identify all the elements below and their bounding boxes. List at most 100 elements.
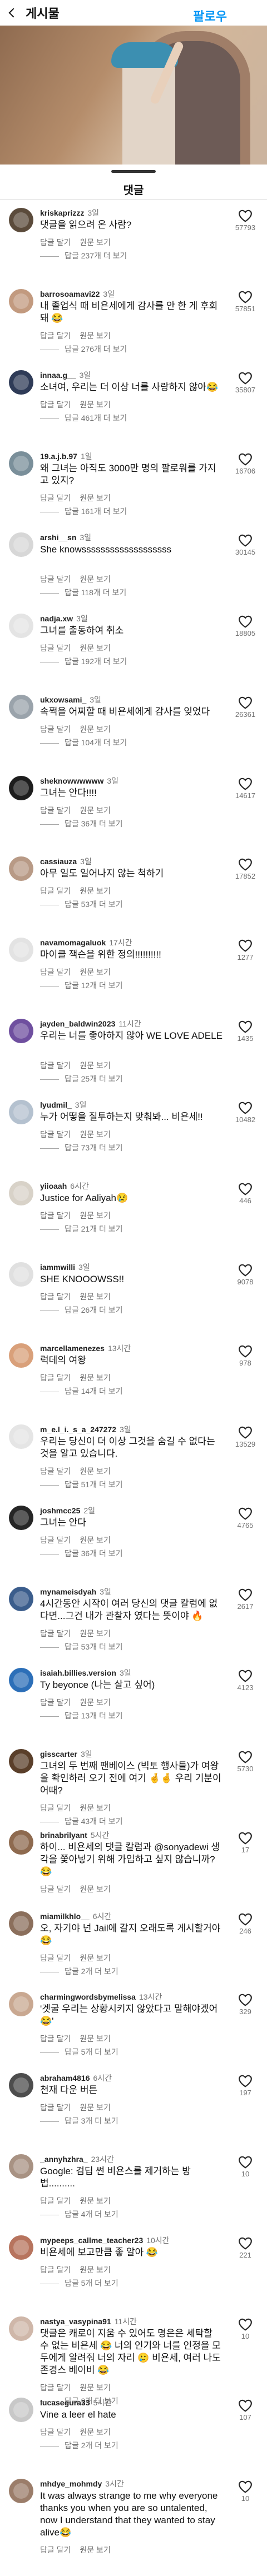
avatar[interactable]: [9, 1587, 33, 1611]
translate-button[interactable]: 원문 보기: [80, 1954, 110, 1962]
avatar[interactable]: [9, 614, 33, 638]
heart-icon[interactable]: [238, 1101, 253, 1114]
view-replies-link[interactable]: 답글 192개 더 보기: [40, 656, 127, 667]
comment-username[interactable]: brinabrilyant: [40, 1831, 87, 1840]
reply-button[interactable]: 답글 달기: [40, 1211, 71, 1220]
translate-button[interactable]: 원문 보기: [80, 1061, 110, 1070]
heart-icon[interactable]: [238, 2480, 253, 2493]
avatar[interactable]: [9, 776, 33, 800]
comment-username[interactable]: sheknowwwwww: [40, 776, 103, 785]
comment-username[interactable]: mynameisdyah: [40, 1587, 96, 1596]
avatar[interactable]: [9, 1830, 33, 1855]
comment-username[interactable]: _annyhzhra_: [40, 2155, 88, 2164]
translate-button[interactable]: 원문 보기: [80, 1373, 110, 1382]
back-arrow-icon[interactable]: [8, 8, 18, 18]
avatar[interactable]: [9, 1181, 33, 1205]
heart-icon[interactable]: [238, 1426, 253, 1439]
comment-username[interactable]: charmingwordsbymelissa: [40, 1992, 136, 2001]
view-replies-link[interactable]: 답글 12개 더 보기: [40, 980, 123, 991]
heart-icon[interactable]: [238, 452, 253, 466]
translate-button[interactable]: 원문 보기: [80, 1292, 110, 1301]
reply-button[interactable]: 답글 달기: [40, 2034, 71, 2043]
view-replies-link[interactable]: 답글 53개 더 보기: [40, 899, 123, 910]
view-replies-link[interactable]: 답글 26개 더 보기: [40, 1304, 123, 1316]
reply-button[interactable]: 답글 달기: [40, 1373, 71, 1382]
translate-button[interactable]: 원문 보기: [80, 238, 110, 247]
comment-username[interactable]: m_e.l_i._s_a_247272: [40, 1425, 116, 1434]
reply-button[interactable]: 답글 달기: [40, 575, 71, 584]
translate-button[interactable]: 원문 보기: [80, 1885, 110, 1894]
reply-button[interactable]: 답글 달기: [40, 1467, 71, 1476]
avatar[interactable]: [9, 208, 33, 232]
heart-icon[interactable]: [238, 2236, 253, 2250]
heart-icon[interactable]: [238, 1263, 253, 1277]
heart-icon[interactable]: [238, 1344, 253, 1358]
heart-icon[interactable]: [238, 615, 253, 628]
heart-icon[interactable]: [238, 1750, 253, 1763]
comment-username[interactable]: mhdye_mohmdy: [40, 2479, 102, 2488]
translate-button[interactable]: 원문 보기: [80, 725, 110, 734]
avatar[interactable]: [9, 1749, 33, 1773]
reply-button[interactable]: 답글 달기: [40, 2103, 71, 2112]
avatar[interactable]: [9, 1019, 33, 1043]
reply-button[interactable]: 답글 달기: [40, 725, 71, 734]
reply-button[interactable]: 답글 달기: [40, 331, 71, 340]
comment-username[interactable]: joshmcc25: [40, 1506, 80, 1515]
view-replies-link[interactable]: 답글 36개 더 보기: [40, 1548, 123, 1559]
reply-button[interactable]: 답글 달기: [40, 968, 71, 976]
avatar[interactable]: [9, 1668, 33, 1692]
reply-button[interactable]: 답글 달기: [40, 886, 71, 895]
translate-button[interactable]: 원문 보기: [80, 1629, 110, 1638]
translate-button[interactable]: 원문 보기: [80, 968, 110, 976]
translate-button[interactable]: 원문 보기: [80, 2545, 110, 2554]
translate-button[interactable]: 원문 보기: [80, 806, 110, 815]
comment-username[interactable]: cassiauza: [40, 857, 77, 866]
comment-username[interactable]: marcellamenezes: [40, 1344, 105, 1353]
comment-username[interactable]: isaiah.billies.version: [40, 1668, 116, 1677]
avatar[interactable]: [9, 1506, 33, 1530]
avatar[interactable]: [9, 695, 33, 719]
translate-button[interactable]: 원문 보기: [80, 1467, 110, 1476]
reply-button[interactable]: 답글 달기: [40, 2196, 71, 2205]
translate-button[interactable]: 원문 보기: [80, 2103, 110, 2112]
view-replies-link[interactable]: 답글 118개 더 보기: [40, 587, 126, 598]
comment-username[interactable]: mypeeps_callme_teacher23: [40, 2236, 143, 2245]
follow-button[interactable]: 팔로우: [193, 7, 227, 24]
view-replies-link[interactable]: 답글 2개 더 보기: [40, 1966, 118, 1977]
translate-button[interactable]: 원문 보기: [80, 1211, 110, 1220]
avatar[interactable]: [9, 1343, 33, 1368]
translate-button[interactable]: 원문 보기: [80, 2196, 110, 2205]
comment-username[interactable]: arshi__sn: [40, 533, 76, 542]
avatar[interactable]: [9, 289, 33, 313]
avatar[interactable]: [9, 2235, 33, 2260]
reply-button[interactable]: 답글 달기: [40, 2383, 71, 2392]
reply-button[interactable]: 답글 달기: [40, 1292, 71, 1301]
heart-icon[interactable]: [238, 1182, 253, 1195]
reply-button[interactable]: 답글 달기: [40, 1698, 71, 1707]
reply-button[interactable]: 답글 달기: [40, 494, 71, 502]
comment-username[interactable]: miamilkhlo__: [40, 1912, 90, 1921]
reply-button[interactable]: 답글 달기: [40, 806, 71, 815]
reply-button[interactable]: 답글 달기: [40, 1954, 71, 1962]
heart-icon[interactable]: [238, 209, 253, 222]
view-replies-link[interactable]: 답글 161개 더 보기: [40, 506, 127, 517]
heart-icon[interactable]: [238, 290, 253, 303]
avatar[interactable]: [9, 2398, 33, 2422]
reply-button[interactable]: 답글 달기: [40, 1061, 71, 1070]
heart-icon[interactable]: [238, 777, 253, 790]
comment-username[interactable]: nastya_vasypina91: [40, 2317, 111, 2326]
comment-username[interactable]: navamomagaluok: [40, 938, 106, 947]
heart-icon[interactable]: [238, 1831, 253, 1845]
avatar[interactable]: [9, 856, 33, 881]
translate-button[interactable]: 원문 보기: [80, 1698, 110, 1707]
avatar[interactable]: [9, 1911, 33, 1936]
translate-button[interactable]: 원문 보기: [80, 2428, 110, 2437]
avatar[interactable]: [9, 532, 33, 557]
heart-icon[interactable]: [238, 858, 253, 871]
translate-button[interactable]: 원문 보기: [80, 2383, 110, 2392]
translate-button[interactable]: 원문 보기: [80, 2265, 110, 2274]
reply-button[interactable]: 답글 달기: [40, 644, 71, 652]
reply-button[interactable]: 답글 달기: [40, 2545, 71, 2554]
avatar[interactable]: [9, 938, 33, 962]
translate-button[interactable]: 원문 보기: [80, 331, 110, 340]
